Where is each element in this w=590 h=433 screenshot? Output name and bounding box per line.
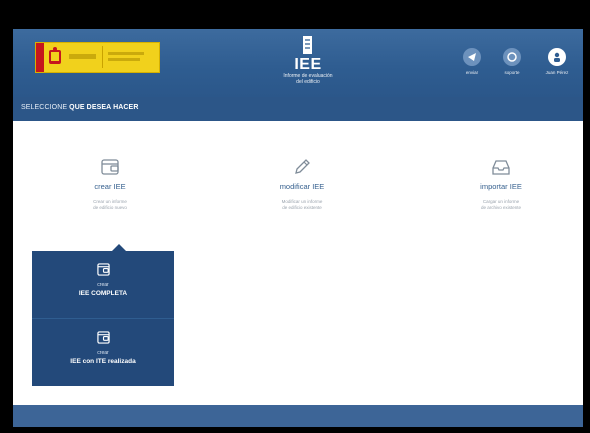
submenu-divider bbox=[32, 318, 174, 319]
option-modify-title: modificar IEE bbox=[279, 182, 325, 191]
send-icon bbox=[463, 48, 481, 66]
government-logo bbox=[35, 42, 160, 73]
option-import-title: importar IEE bbox=[480, 182, 522, 191]
user-button[interactable]: Juan Pérez bbox=[535, 48, 579, 75]
user-name: Juan Pérez bbox=[545, 70, 569, 75]
submenu-pointer bbox=[112, 244, 126, 251]
app-window: IEE Informe de evaluación del edificio e… bbox=[13, 29, 583, 427]
document-icon bbox=[303, 36, 312, 54]
section-heading: SELECCIONE QUE DESEA HACER bbox=[21, 104, 138, 111]
support-icon bbox=[503, 48, 521, 66]
support-button[interactable]: soporte bbox=[490, 48, 534, 75]
section-heading-emphasis: QUE DESEA HACER bbox=[69, 104, 139, 111]
wallet-icon bbox=[96, 331, 110, 344]
create-submenu: crear IEE COMPLETA crear IEE con ITE rea… bbox=[32, 244, 174, 386]
tray-icon bbox=[492, 160, 510, 175]
wallet-icon bbox=[101, 159, 119, 175]
pencil-icon bbox=[295, 159, 310, 174]
option-import-iee[interactable]: importar IEE Cargar un informe de archiv… bbox=[436, 157, 566, 210]
wallet-icon bbox=[96, 263, 110, 276]
user-icon bbox=[548, 48, 566, 66]
coat-of-arms-icon bbox=[49, 47, 61, 64]
option-import-desc-2: de archivo existente bbox=[480, 204, 522, 210]
app-brand: IEE Informe de evaluación del edificio bbox=[263, 35, 353, 85]
option-create-desc-2: de edificio nuevo bbox=[93, 204, 127, 210]
submenu-item-1-line1: crear bbox=[97, 282, 109, 288]
submenu-item-2-line2: IEE con ITE realizada bbox=[70, 358, 136, 365]
section-heading-bar: SELECCIONE QUE DESEA HACER bbox=[13, 97, 583, 121]
app-subtitle-line-2: del edificio bbox=[296, 79, 320, 85]
send-button[interactable]: enviar bbox=[450, 48, 494, 75]
send-label: enviar bbox=[465, 70, 479, 75]
app-header: IEE Informe de evaluación del edificio e… bbox=[13, 29, 583, 97]
support-label: soporte bbox=[504, 70, 520, 75]
submenu-item-create-complete[interactable]: crear IEE COMPLETA bbox=[32, 263, 174, 330]
submenu-item-2-line1: crear bbox=[97, 350, 109, 356]
option-create-iee[interactable]: crear IEE Crear un informe de edificio n… bbox=[45, 157, 175, 210]
submenu-item-1-line2: IEE COMPLETA bbox=[78, 290, 128, 297]
app-title: IEE bbox=[294, 56, 322, 73]
option-modify-desc-2: de edificio existente bbox=[282, 204, 322, 210]
option-modify-iee[interactable]: modificar IEE Modificar un informe de ed… bbox=[237, 157, 367, 210]
option-create-title: crear IEE bbox=[94, 182, 126, 191]
app-footer bbox=[13, 405, 583, 427]
submenu-item-create-with-ite[interactable]: crear IEE con ITE realizada bbox=[32, 331, 174, 398]
section-heading-prefix: SELECCIONE bbox=[21, 104, 68, 111]
